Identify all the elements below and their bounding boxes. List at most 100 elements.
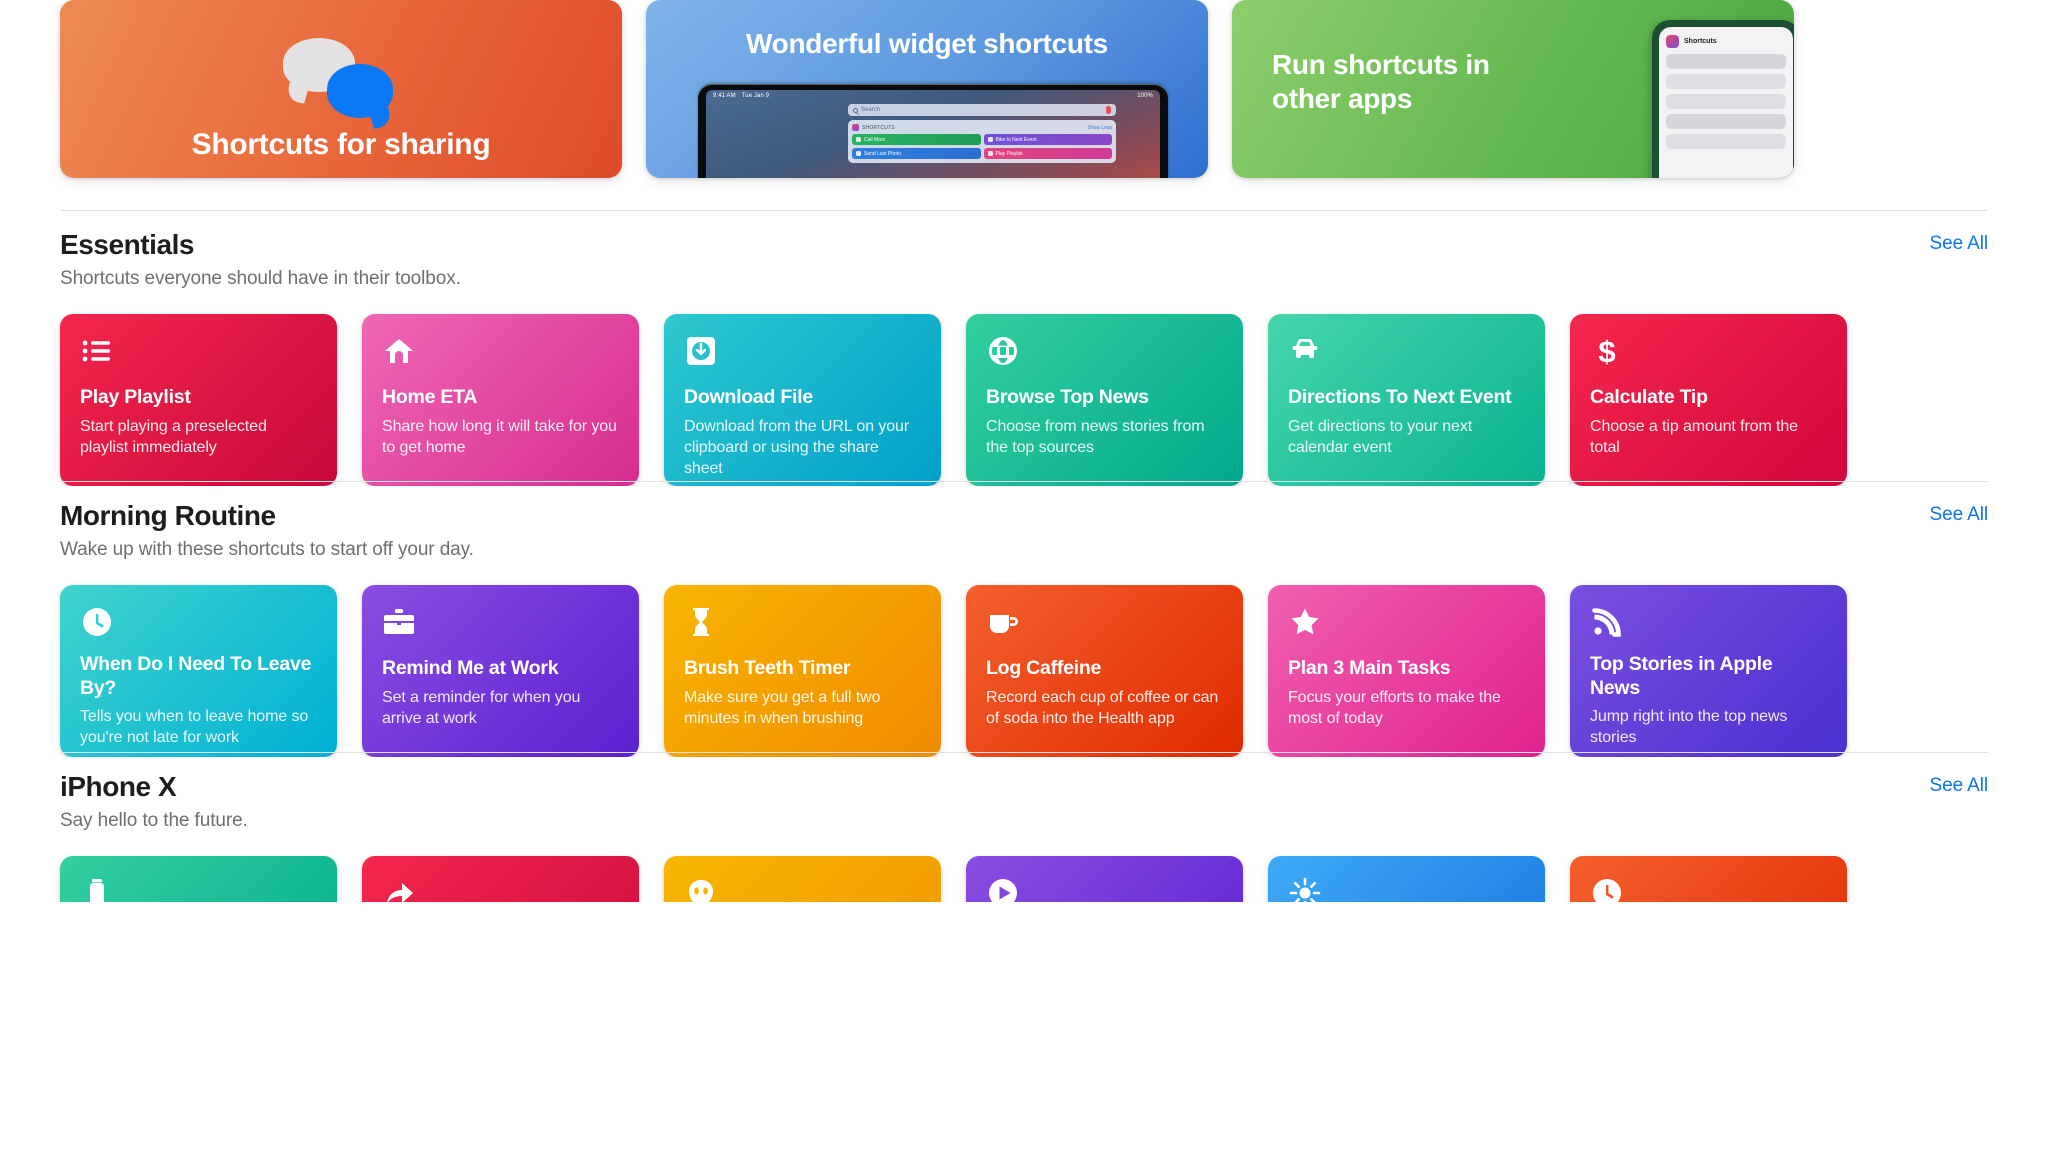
widget-tile[interactable]: Call Mom <box>852 134 981 145</box>
section-title: Morning Routine <box>60 500 276 531</box>
show-less-button[interactable]: Show Less <box>1088 125 1112 131</box>
svg-text:$: $ <box>1598 335 1615 367</box>
section-subtitle: Wake up with these shortcuts to start of… <box>60 539 474 561</box>
iphone-mockup: Shortcuts <box>1652 20 1794 178</box>
iphone-row-placeholder <box>1666 54 1786 69</box>
card-description: Focus your efforts to make the most of t… <box>1288 688 1501 727</box>
card-description: Tells you when to leave home so you're n… <box>80 707 309 747</box>
card-row-morning-routine[interactable]: When Do I Need To Leave By? Tells you wh… <box>0 561 2048 758</box>
widget-tile[interactable]: Play Playlist <box>983 148 1112 159</box>
shortcut-card-download-file[interactable]: Download File Download from the URL on y… <box>664 314 941 487</box>
card-title: Play Playlist <box>80 386 191 409</box>
section-title: Essentials <box>60 229 195 260</box>
photo-icon <box>856 151 861 156</box>
see-all-essentials[interactable]: See All <box>1930 233 1989 255</box>
card-title: Directions To Next Event <box>1288 386 1512 409</box>
battery-icon <box>80 876 114 903</box>
widget-tile[interactable]: Bike to Next Event <box>983 134 1112 145</box>
section-title: iPhone X <box>60 771 177 802</box>
shortcut-card-remind-me-at-work[interactable]: Remind Me at Work Set a reminder for whe… <box>362 585 639 758</box>
banner-title: Run shortcuts in other apps <box>1272 49 1490 115</box>
ipad-search-field[interactable]: Search <box>848 104 1116 116</box>
card-title: Calculate Tip <box>1590 386 1708 409</box>
shortcut-card-directions-to-next-event[interactable]: Directions To Next Event Get directions … <box>1268 314 1545 487</box>
shortcut-card-calculate-tip[interactable]: $ Calculate Tip Choose a tip amount from… <box>1570 314 1847 487</box>
widget-tile-label: Bike to Next Event <box>995 136 1037 143</box>
card-title: When Do I Need To Leave By? <box>80 653 312 699</box>
card-title: Plan 3 Main Tasks <box>1288 657 1451 680</box>
card-description: Choose from news stories from the top so… <box>986 417 1205 456</box>
bike-icon <box>987 137 993 142</box>
shortcut-card-top-stories-in-apple-news[interactable]: Top Stories in Apple News Jump right int… <box>1570 585 1847 758</box>
card-description: Jump right into the top news stories <box>1590 707 1788 747</box>
banner-wonderful-widget-shortcuts[interactable]: Wonderful widget shortcuts 9:41 AM Tue J… <box>646 0 1208 178</box>
hourglass-icon <box>684 605 718 639</box>
card-row-iphone-x[interactable] <box>0 832 2048 903</box>
star-icon <box>1288 605 1322 639</box>
shortcut-card-brush-teeth-timer[interactable]: Brush Teeth Timer Make sure you get a fu… <box>664 585 941 758</box>
card-title: Top Stories in Apple News <box>1590 653 1773 699</box>
ipad-shortcuts-widget: SHORTCUTS Show Less Call Mom Bike to Nex… <box>848 120 1116 163</box>
section-essentials: Essentials Shortcuts everyone should hav… <box>0 210 2048 487</box>
shortcut-card-iphonex-4[interactable] <box>966 856 1243 903</box>
speech-bubbles-icon <box>281 38 401 118</box>
status-time: 9:41 AM <box>713 93 736 99</box>
coffee-cup-icon <box>986 605 1020 639</box>
iphone-row-placeholder <box>1666 94 1786 109</box>
shortcut-card-iphonex-6[interactable] <box>1570 856 1847 903</box>
ipad-mockup: 9:41 AM Tue Jan 9 100% Search SHORTCUTS … <box>698 84 1168 178</box>
shortcut-card-iphonex-1[interactable] <box>60 856 337 903</box>
sparkle-icon <box>1288 876 1322 903</box>
shortcut-card-plan-3-main-tasks[interactable]: Plan 3 Main Tasks Focus your efforts to … <box>1268 585 1545 758</box>
shortcut-card-iphonex-2[interactable] <box>362 856 639 903</box>
see-all-morning-routine[interactable]: See All <box>1930 504 1989 526</box>
section-subtitle: Shortcuts everyone should have in their … <box>60 268 461 290</box>
see-all-iphone-x[interactable]: See All <box>1930 775 1989 797</box>
card-description: Choose a tip amount from the total <box>1590 417 1798 456</box>
shortcuts-app-icon <box>852 124 859 131</box>
iphone-row-placeholder <box>1666 74 1786 89</box>
home-icon <box>382 334 416 368</box>
card-title: Download File <box>684 386 813 409</box>
shortcut-card-browse-top-news[interactable]: Browse Top News Choose from news stories… <box>966 314 1243 487</box>
iphone-row-placeholder <box>1666 134 1786 149</box>
status-battery: 100% <box>1137 93 1153 99</box>
card-description: Share how long it will take for you to g… <box>382 417 617 456</box>
phone-icon <box>856 137 861 142</box>
card-description: Start playing a preselected playlist imm… <box>80 417 267 456</box>
music-icon <box>987 151 993 156</box>
banner-run-shortcuts-in-other-apps[interactable]: Run shortcuts in other apps Shortcuts <box>1232 0 1794 178</box>
widget-tile[interactable]: Send Last Photo <box>852 148 981 159</box>
card-description: Set a reminder for when you arrive at wo… <box>382 688 581 727</box>
card-description: Make sure you get a full two minutes in … <box>684 688 881 727</box>
banner-title: Shortcuts for sharing <box>191 128 491 161</box>
shortcut-card-play-playlist[interactable]: Play Playlist Start playing a preselecte… <box>60 314 337 487</box>
shortcut-card-iphonex-3[interactable] <box>664 856 941 903</box>
widget-tile-label: Call Mom <box>864 136 886 143</box>
shortcut-card-home-eta[interactable]: Home ETA Share how long it will take for… <box>362 314 639 487</box>
shortcuts-gallery-page: Shortcuts for sharing Wonderful widget s… <box>0 0 2048 1152</box>
card-description: Download from the URL on your clipboard … <box>684 417 910 477</box>
clock-icon <box>80 605 114 639</box>
microphone-icon[interactable] <box>1106 106 1111 114</box>
section-morning-routine: Morning Routine Wake up with these short… <box>0 481 2048 758</box>
featured-banner-row[interactable]: Shortcuts for sharing Wonderful widget s… <box>0 0 2048 210</box>
banner-shortcuts-for-sharing[interactable]: Shortcuts for sharing <box>60 0 622 178</box>
car-icon <box>1288 334 1322 368</box>
widget-tile-label: Play Playlist <box>995 150 1023 157</box>
shortcut-card-log-caffeine[interactable]: Log Caffeine Record each cup of coffee o… <box>966 585 1243 758</box>
list-icon <box>80 334 114 368</box>
rss-icon <box>1590 605 1624 639</box>
dollar-icon: $ <box>1590 334 1624 368</box>
shortcut-card-when-do-i-need-to-leave-by[interactable]: When Do I Need To Leave By? Tells you wh… <box>60 585 337 758</box>
iphone-row-placeholder <box>1666 114 1786 129</box>
animoji-icon <box>684 876 718 903</box>
card-row-essentials[interactable]: Play Playlist Start playing a preselecte… <box>0 290 2048 487</box>
ipad-status-bar: 9:41 AM Tue Jan 9 100% <box>713 93 1153 99</box>
section-subtitle: Say hello to the future. <box>60 810 248 832</box>
clock2-icon <box>1590 876 1624 903</box>
status-date: Tue Jan 9 <box>741 93 770 99</box>
share-icon <box>382 876 416 903</box>
shortcut-card-iphonex-5[interactable] <box>1268 856 1545 903</box>
iphone-app-label: Shortcuts <box>1684 38 1717 45</box>
